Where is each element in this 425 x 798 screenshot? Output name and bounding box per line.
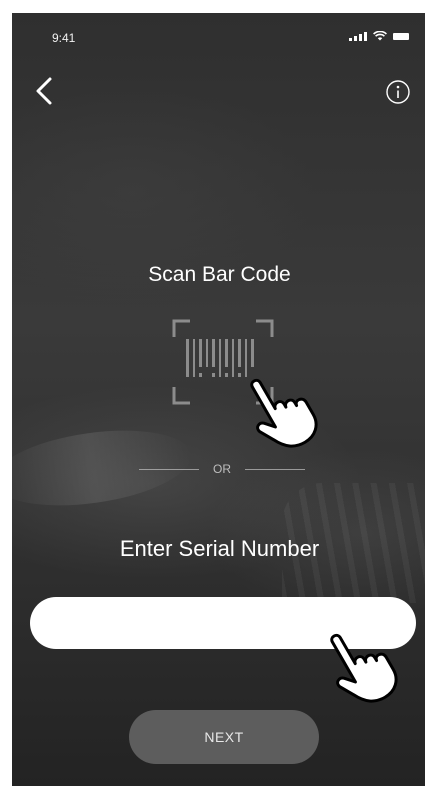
- wifi-icon: [373, 31, 387, 41]
- scan-bar-code-title: Scan Bar Code: [148, 263, 291, 286]
- status-icons: [349, 31, 409, 41]
- back-chevron-icon: [36, 77, 52, 105]
- info-icon: [386, 80, 410, 104]
- next-button[interactable]: NEXT: [129, 710, 319, 764]
- divider-line-right: [245, 468, 305, 470]
- back-button[interactable]: [30, 73, 58, 109]
- status-time: 9:41: [52, 31, 76, 45]
- or-text: OR: [213, 462, 231, 476]
- or-divider: OR: [122, 459, 322, 479]
- barcode-scan-icon: [172, 319, 274, 405]
- scan-barcode-button[interactable]: [162, 309, 332, 449]
- divider-line-left: [139, 468, 199, 470]
- battery-icon: [393, 32, 409, 40]
- info-button[interactable]: [385, 79, 411, 105]
- enter-serial-number-title: Enter Serial Number: [119, 536, 320, 561]
- app-screen: 9:41 Scan Bar Code OR Enter Serial Numbe…: [12, 13, 425, 786]
- serial-number-input[interactable]: [30, 597, 416, 649]
- signal-icon: [349, 31, 367, 41]
- status-bar: 9:41: [12, 13, 425, 53]
